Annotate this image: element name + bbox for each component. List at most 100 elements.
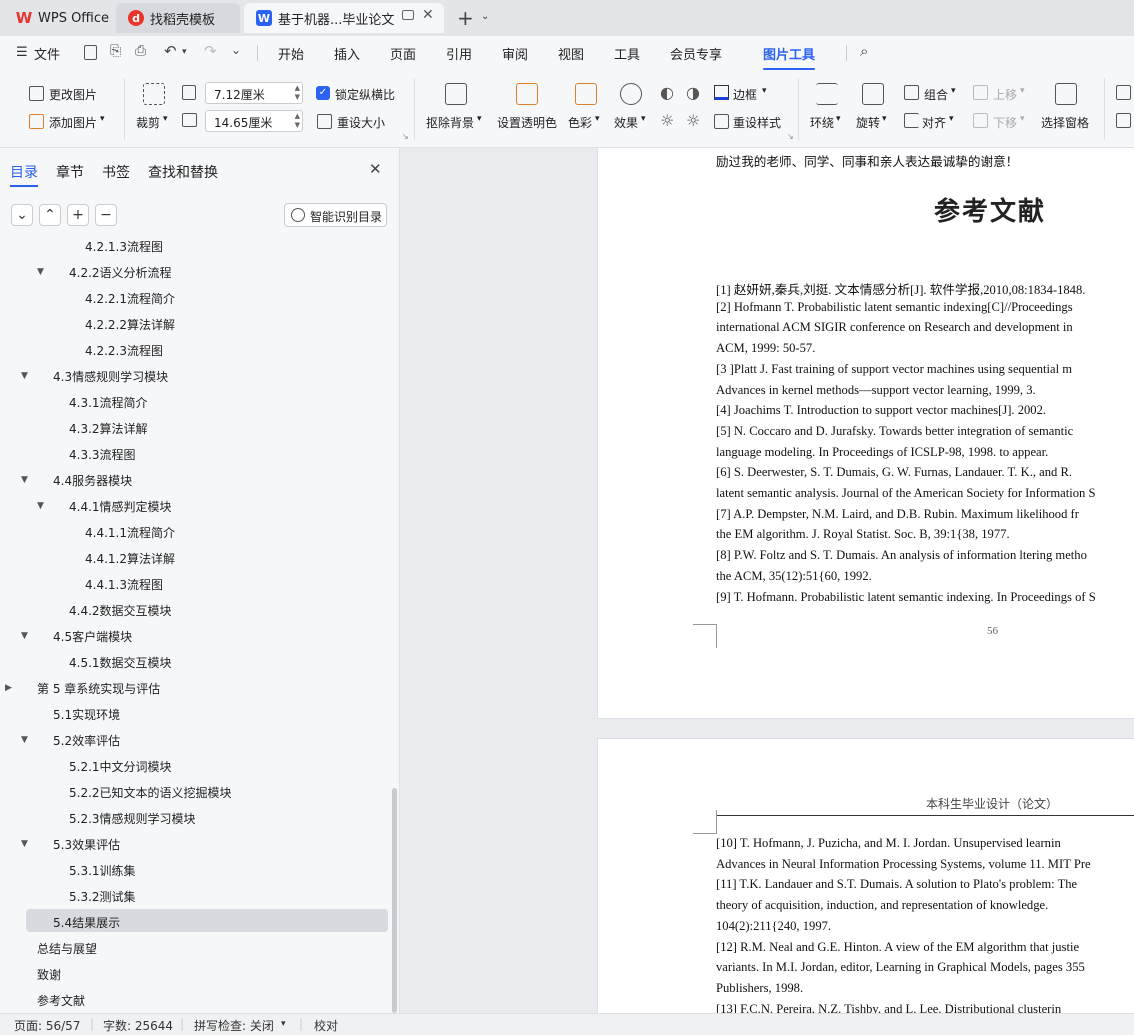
stepper-icon[interactable]: ▲ ▼ — [295, 112, 300, 130]
expanded-triangle-icon[interactable]: ▼ — [21, 371, 28, 381]
toc-item[interactable]: 4.4服务器模块 — [53, 472, 132, 489]
toc-item[interactable]: 致谢 — [37, 966, 61, 983]
toc-item[interactable]: 4.3.2算法详解 — [69, 420, 148, 437]
close-icon[interactable]: ✕ — [369, 160, 382, 178]
add-heading-button[interactable]: + — [67, 204, 89, 226]
stepper-icon[interactable]: ▲ ▼ — [295, 84, 300, 102]
remove-background-button[interactable]: 抠除背景 — [426, 114, 474, 131]
toc-item[interactable]: 5.4结果展示 — [53, 914, 120, 931]
toc-item[interactable]: 5.2.1中文分词模块 — [69, 758, 172, 775]
contrast-up-icon[interactable]: ◑ — [686, 83, 700, 102]
tab-find-replace[interactable]: 查找和替换 — [148, 162, 218, 182]
rotate-button[interactable]: 旋转 — [856, 114, 880, 131]
chevron-down-icon[interactable]: ⌄ — [481, 11, 489, 22]
save-icon[interactable] — [84, 45, 97, 60]
chevron-down-icon[interactable]: ▾ — [949, 114, 954, 124]
export-icon[interactable]: ⎘ — [110, 43, 121, 59]
smart-toc-button[interactable]: 智能识别目录 — [284, 203, 387, 227]
brightness-up-icon[interactable]: ◐ — [660, 83, 674, 102]
page-indicator[interactable]: 页面: 56/57 — [14, 1017, 80, 1034]
selection-pane-icon[interactable] — [1055, 83, 1077, 105]
contrast-down-icon[interactable]: ☼ — [686, 111, 700, 130]
chevron-down-icon[interactable]: ▾ — [100, 114, 105, 124]
send-backward-button[interactable]: 下移 — [993, 114, 1017, 131]
remove-background-icon[interactable] — [445, 83, 467, 105]
expanded-triangle-icon[interactable]: ▼ — [37, 267, 44, 277]
chevron-down-icon[interactable]: ▾ — [182, 47, 187, 57]
dialog-launcher-icon[interactable]: ↘ — [787, 132, 794, 141]
chevron-down-icon[interactable]: ▾ — [281, 1019, 286, 1029]
new-tab-icon[interactable]: + — [457, 6, 474, 30]
reset-style-button[interactable]: 重设样式 — [733, 114, 781, 131]
wrap-icon[interactable] — [816, 83, 838, 105]
chevron-down-icon[interactable]: ▾ — [163, 114, 168, 124]
toc-item[interactable]: 5.1实现环境 — [53, 706, 120, 723]
crop-button[interactable]: 裁剪 — [136, 114, 160, 131]
lock-ratio-checkbox[interactable]: ✓ — [316, 86, 330, 100]
expanded-triangle-icon[interactable]: ▼ — [21, 631, 28, 641]
add-picture-button[interactable]: 添加图片 — [49, 114, 97, 131]
expanded-triangle-icon[interactable]: ▼ — [21, 735, 28, 745]
chevron-down-icon[interactable]: ▾ — [762, 86, 767, 96]
redo-icon[interactable]: ↷ — [204, 42, 217, 60]
menu-reference[interactable]: 引用 — [446, 44, 472, 63]
expanded-triangle-icon[interactable]: ▼ — [21, 839, 28, 849]
tab-docer[interactable]: d 找稻壳模板 — [116, 3, 240, 33]
more-tool-icon[interactable] — [1116, 113, 1131, 128]
menu-tools[interactable]: 工具 — [614, 44, 640, 63]
chevron-down-icon[interactable]: ▾ — [641, 114, 646, 124]
chevron-down-icon[interactable]: ▾ — [1020, 86, 1025, 96]
toc-item[interactable]: 5.2.3情感规则学习模块 — [69, 810, 196, 827]
menu-start[interactable]: 开始 — [278, 44, 304, 63]
tab-sections[interactable]: 章节 — [56, 162, 84, 182]
wrap-button[interactable]: 环绕 — [810, 114, 834, 131]
chevron-down-icon[interactable]: ▾ — [836, 114, 841, 124]
chevron-down-icon[interactable]: ▾ — [1020, 114, 1025, 124]
chevron-down-icon[interactable]: ▾ — [951, 86, 956, 96]
menu-insert[interactable]: 插入 — [334, 44, 360, 63]
collapse-down-button[interactable]: ⌄ — [11, 204, 33, 226]
toc-item[interactable]: 4.3.3流程图 — [69, 446, 136, 463]
toc-item[interactable]: 5.2效率评估 — [53, 732, 120, 749]
toc-item[interactable]: 5.2.2已知文本的语义挖掘模块 — [69, 784, 232, 801]
group-button[interactable]: 组合 — [924, 86, 948, 103]
toc-item[interactable]: 4.4.1.1流程简介 — [85, 524, 175, 541]
toc-item[interactable]: 4.4.1.2算法详解 — [85, 550, 175, 567]
proofread-button[interactable]: 校对 — [314, 1017, 338, 1034]
collapsed-triangle-icon[interactable]: ▶ — [5, 683, 12, 693]
dialog-launcher-icon[interactable]: ↘ — [402, 132, 409, 141]
toc-item[interactable]: 4.2.2.2算法详解 — [85, 316, 175, 333]
effects-button[interactable]: 效果 — [614, 114, 638, 131]
chevron-down-icon[interactable]: ▾ — [477, 114, 482, 124]
toc-item[interactable]: 4.3情感规则学习模块 — [53, 368, 168, 385]
menu-review[interactable]: 审阅 — [502, 44, 528, 63]
change-picture-button[interactable]: 更改图片 — [49, 86, 97, 103]
width-field[interactable]: 7.12厘米 ▲ ▼ — [205, 82, 303, 104]
chevron-down-icon[interactable]: ▾ — [882, 114, 887, 124]
print-preview-icon[interactable]: ⎙ — [135, 43, 146, 59]
bring-forward-button[interactable]: 上移 — [993, 86, 1017, 103]
tab-wps-office[interactable]: W WPS Office — [4, 3, 112, 33]
scrollbar[interactable] — [392, 788, 397, 1013]
transparent-color-icon[interactable] — [516, 83, 538, 105]
menu-picture-tools[interactable]: 图片工具 — [763, 44, 816, 70]
menu-member[interactable]: 会员专享 — [670, 44, 722, 63]
effects-icon[interactable] — [620, 83, 642, 105]
remove-heading-button[interactable]: − — [95, 204, 117, 226]
collapse-up-button[interactable]: ⌃ — [39, 204, 61, 226]
rotate-icon[interactable] — [862, 83, 884, 105]
toc-item[interactable]: 5.3.1训练集 — [69, 862, 136, 879]
toc-item[interactable]: 4.2.2.1流程简介 — [85, 290, 175, 307]
menu-file[interactable]: 文件 — [34, 44, 60, 63]
menu-page[interactable]: 页面 — [390, 44, 416, 63]
expanded-triangle-icon[interactable]: ▼ — [21, 475, 28, 485]
crop-icon[interactable] — [143, 83, 165, 105]
tab-document[interactable]: W 基于机器...毕业论文 ✕ — [244, 3, 444, 33]
selection-pane-button[interactable]: 选择窗格 — [1041, 114, 1089, 131]
more-chevron-icon[interactable]: ⌄ — [231, 43, 241, 57]
toc-item[interactable]: 4.5客户端模块 — [53, 628, 132, 645]
toc-item[interactable]: 总结与展望 — [37, 940, 97, 957]
toc-item[interactable]: 4.4.1情感判定模块 — [69, 498, 172, 515]
undo-icon[interactable]: ↶ — [164, 42, 177, 60]
border-button[interactable]: 边框 — [733, 86, 757, 103]
